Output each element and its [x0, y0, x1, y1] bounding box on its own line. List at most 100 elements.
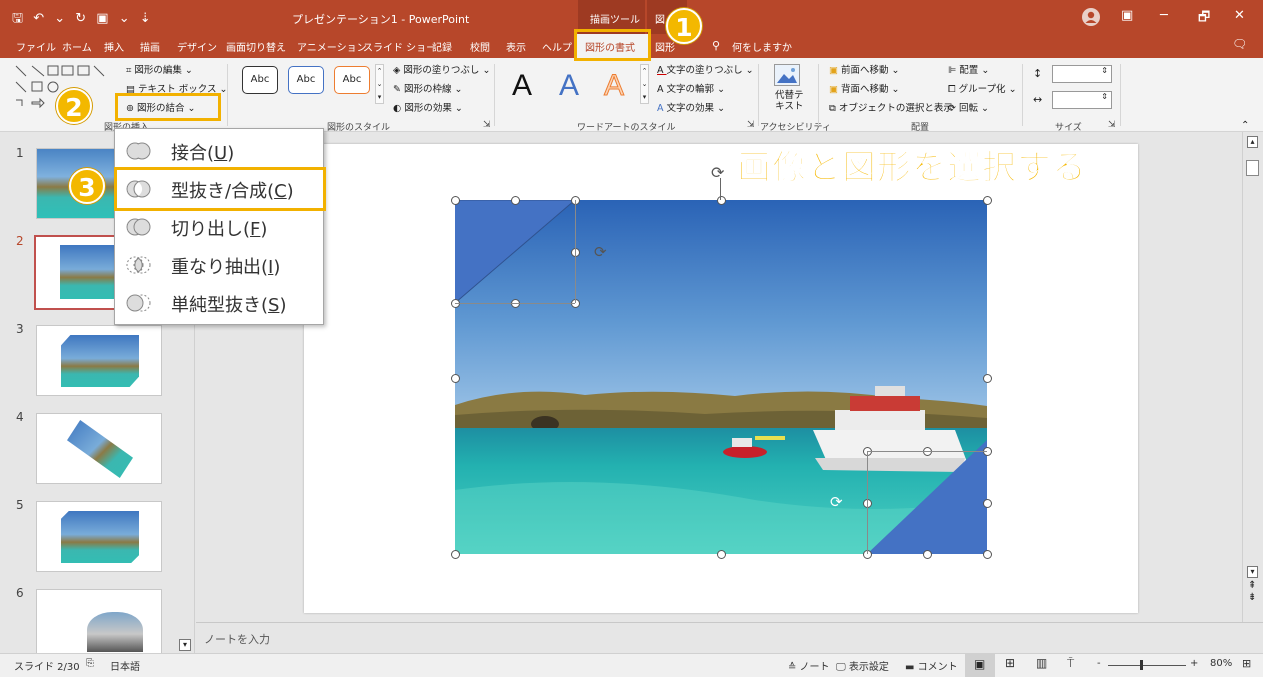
restore-button[interactable]: 🗗 — [1198, 8, 1210, 30]
shape-fill-button[interactable]: ◈ 図形の塗りつぶし ⌄ — [393, 62, 490, 76]
alt-text-icon[interactable] — [774, 64, 800, 86]
wordart-blue[interactable]: A — [559, 69, 579, 103]
paint-bucket-icon: ◈ — [393, 65, 404, 76]
alt-text-button[interactable]: 代替テ キスト — [775, 90, 804, 112]
rotate-handle-icon[interactable]: ⟳ — [711, 163, 724, 182]
zoom-slider-thumb[interactable] — [1140, 660, 1143, 670]
tab-record[interactable]: 記録 — [432, 39, 452, 54]
group-button[interactable]: ⧠ グループ化 ⌄ — [948, 81, 1017, 95]
wordart-gallery-scroll[interactable]: ⌃ ⌄ ▾ — [640, 64, 649, 104]
tab-file[interactable]: ファイル — [16, 39, 56, 54]
rotate-handle-icon[interactable]: ⟳ — [830, 493, 843, 511]
tab-insert[interactable]: 挿入 — [104, 39, 124, 54]
resize-handle[interactable] — [983, 550, 992, 559]
spinner-icon[interactable]: ⇕ — [1101, 92, 1108, 101]
slide-thumbnail-5[interactable] — [36, 501, 162, 572]
tab-help[interactable]: ヘルプ — [542, 39, 572, 54]
slide-thumbnail-3[interactable] — [36, 325, 162, 396]
slideshow-icon[interactable]: ⍑ — [1067, 656, 1074, 671]
send-backward-button[interactable]: ▣ 背面へ移動 ⌄ — [829, 81, 900, 95]
comments-icon[interactable]: 🗨 — [1232, 37, 1247, 51]
tab-picture-format[interactable]: 図形 — [655, 39, 675, 54]
slide-thumbnail-6[interactable] — [36, 589, 162, 653]
dialog-launcher-icon[interactable]: ⇲ — [747, 120, 755, 130]
menu-item-fragment[interactable]: 切り出し(F) — [115, 209, 323, 245]
account-avatar[interactable] — [1082, 8, 1100, 26]
wordart-orange[interactable]: A — [603, 69, 624, 103]
resize-handle[interactable] — [717, 550, 726, 559]
resize-handle[interactable] — [983, 196, 992, 205]
notes-pane[interactable]: ノートを入力 — [196, 622, 1263, 653]
text-effects-button[interactable]: A 文字の効果 ⌄ — [657, 100, 725, 114]
tab-slideshow[interactable]: スライド ショー — [363, 39, 436, 54]
tab-draw[interactable]: 描画 — [140, 39, 160, 54]
display-settings-button[interactable]: 🖵 表示設定 — [836, 658, 889, 673]
shape-effects-button[interactable]: ◐ 図形の効果 ⌄ — [393, 100, 463, 114]
shape-outline-button[interactable]: ✎ 図形の枠線 ⌄ — [393, 81, 463, 95]
language-indicator[interactable]: 日本語 — [110, 658, 140, 673]
bring-forward-button[interactable]: ▣ 前面へ移動 ⌄ — [829, 62, 900, 76]
selection-pane-button[interactable]: ⧉ オブジェクトの選択と表示 — [829, 100, 953, 114]
resize-handle[interactable] — [511, 196, 520, 205]
scroll-down-button[interactable]: ▾ — [1247, 566, 1258, 578]
resize-handle[interactable] — [983, 499, 992, 508]
slide-sorter-icon[interactable]: ⊞ — [1005, 656, 1015, 670]
dialog-launcher-icon[interactable]: ⇲ — [1108, 120, 1116, 130]
previous-slide-button[interactable]: ⇞ — [1248, 580, 1256, 591]
tab-animations[interactable]: アニメーション — [297, 39, 367, 54]
menu-item-union[interactable]: 接合(U) — [115, 133, 323, 169]
resize-handle[interactable] — [923, 550, 932, 559]
minimize-button[interactable]: ─ — [1160, 8, 1168, 23]
shape-style-1[interactable]: Abc — [242, 66, 278, 94]
tab-design[interactable]: デザイン — [177, 39, 217, 54]
text-fill-button[interactable]: A 文字の塗りつぶし ⌄ — [657, 62, 754, 76]
style-gallery-scroll[interactable]: ⌃ ⌄ ▾ — [375, 64, 384, 104]
menu-item-subtract[interactable]: 単純型抜き(S) — [115, 285, 323, 321]
close-button[interactable]: ✕ — [1234, 8, 1245, 23]
resize-handle[interactable] — [451, 196, 460, 205]
zoom-out-button[interactable]: - — [1097, 658, 1101, 669]
vertical-scrollbar[interactable]: ▴ ▾ ⇞ ⇟ — [1242, 132, 1263, 622]
rotate-handle-icon[interactable]: ⟳ — [594, 243, 607, 261]
zoom-in-button[interactable]: + — [1190, 658, 1198, 669]
align-button[interactable]: ⊫ 配置 ⌄ — [948, 62, 989, 76]
scroll-thumb[interactable] — [1246, 160, 1259, 176]
zoom-level[interactable]: 80% — [1210, 658, 1232, 669]
resize-handle[interactable] — [717, 196, 726, 205]
spinner-icon[interactable]: ⇕ — [1101, 66, 1108, 75]
selected-photo[interactable] — [455, 200, 987, 554]
shape-style-2[interactable]: Abc — [288, 66, 324, 94]
dialog-launcher-icon[interactable]: ⇲ — [483, 120, 491, 130]
text-outline-button[interactable]: A 文字の輪郭 ⌄ — [657, 81, 725, 95]
collapse-ribbon-icon[interactable]: ⌃ — [1241, 120, 1249, 131]
resize-handle[interactable] — [451, 374, 460, 383]
next-slide-button[interactable]: ⇟ — [1248, 592, 1256, 603]
ribbon-display-options-button[interactable]: ▣ — [1121, 8, 1133, 23]
thumbnails-scroll-down[interactable]: ▾ — [179, 639, 191, 651]
highlight-merge-shapes — [115, 93, 221, 121]
slide-thumbnail-4[interactable] — [36, 413, 162, 484]
quick-access-toolbar[interactable]: 🖫 ↶ ⌄ ↻ ▣ ⌄ ⇣ — [12, 9, 154, 31]
shape-width-field[interactable]: ⇕ — [1052, 91, 1112, 109]
spell-check-icon[interactable]: ⎘ — [86, 658, 94, 669]
normal-view-button[interactable]: ▣ — [965, 654, 995, 677]
resize-handle[interactable] — [983, 374, 992, 383]
tab-review[interactable]: 校閲 — [470, 39, 490, 54]
tab-view[interactable]: 表示 — [506, 39, 526, 54]
scroll-up-button[interactable]: ▴ — [1247, 136, 1258, 148]
rotate-button[interactable]: ⟳ 回転 ⌄ — [948, 100, 989, 114]
reading-view-icon[interactable]: ▥ — [1036, 656, 1047, 670]
comments-button[interactable]: ▬ コメント — [905, 658, 958, 673]
edit-shape-button[interactable]: ⌗ 図形の編集 ⌄ — [126, 62, 193, 76]
tab-home[interactable]: ホーム — [62, 39, 92, 54]
notes-toggle-button[interactable]: ≙ ノート — [788, 658, 830, 673]
resize-handle[interactable] — [451, 550, 460, 559]
menu-item-intersect[interactable]: 重なり抽出(I) — [115, 247, 323, 283]
tell-me-search[interactable]: 何をしますか — [732, 39, 792, 54]
tab-transitions[interactable]: 画面切り替え — [226, 39, 286, 54]
fit-to-window-icon[interactable]: ⊞ — [1242, 657, 1251, 670]
wordart-black[interactable]: A — [512, 69, 532, 103]
zoom-slider[interactable] — [1108, 665, 1186, 666]
shape-height-field[interactable]: ⇕ — [1052, 65, 1112, 83]
shape-style-3[interactable]: Abc — [334, 66, 370, 94]
